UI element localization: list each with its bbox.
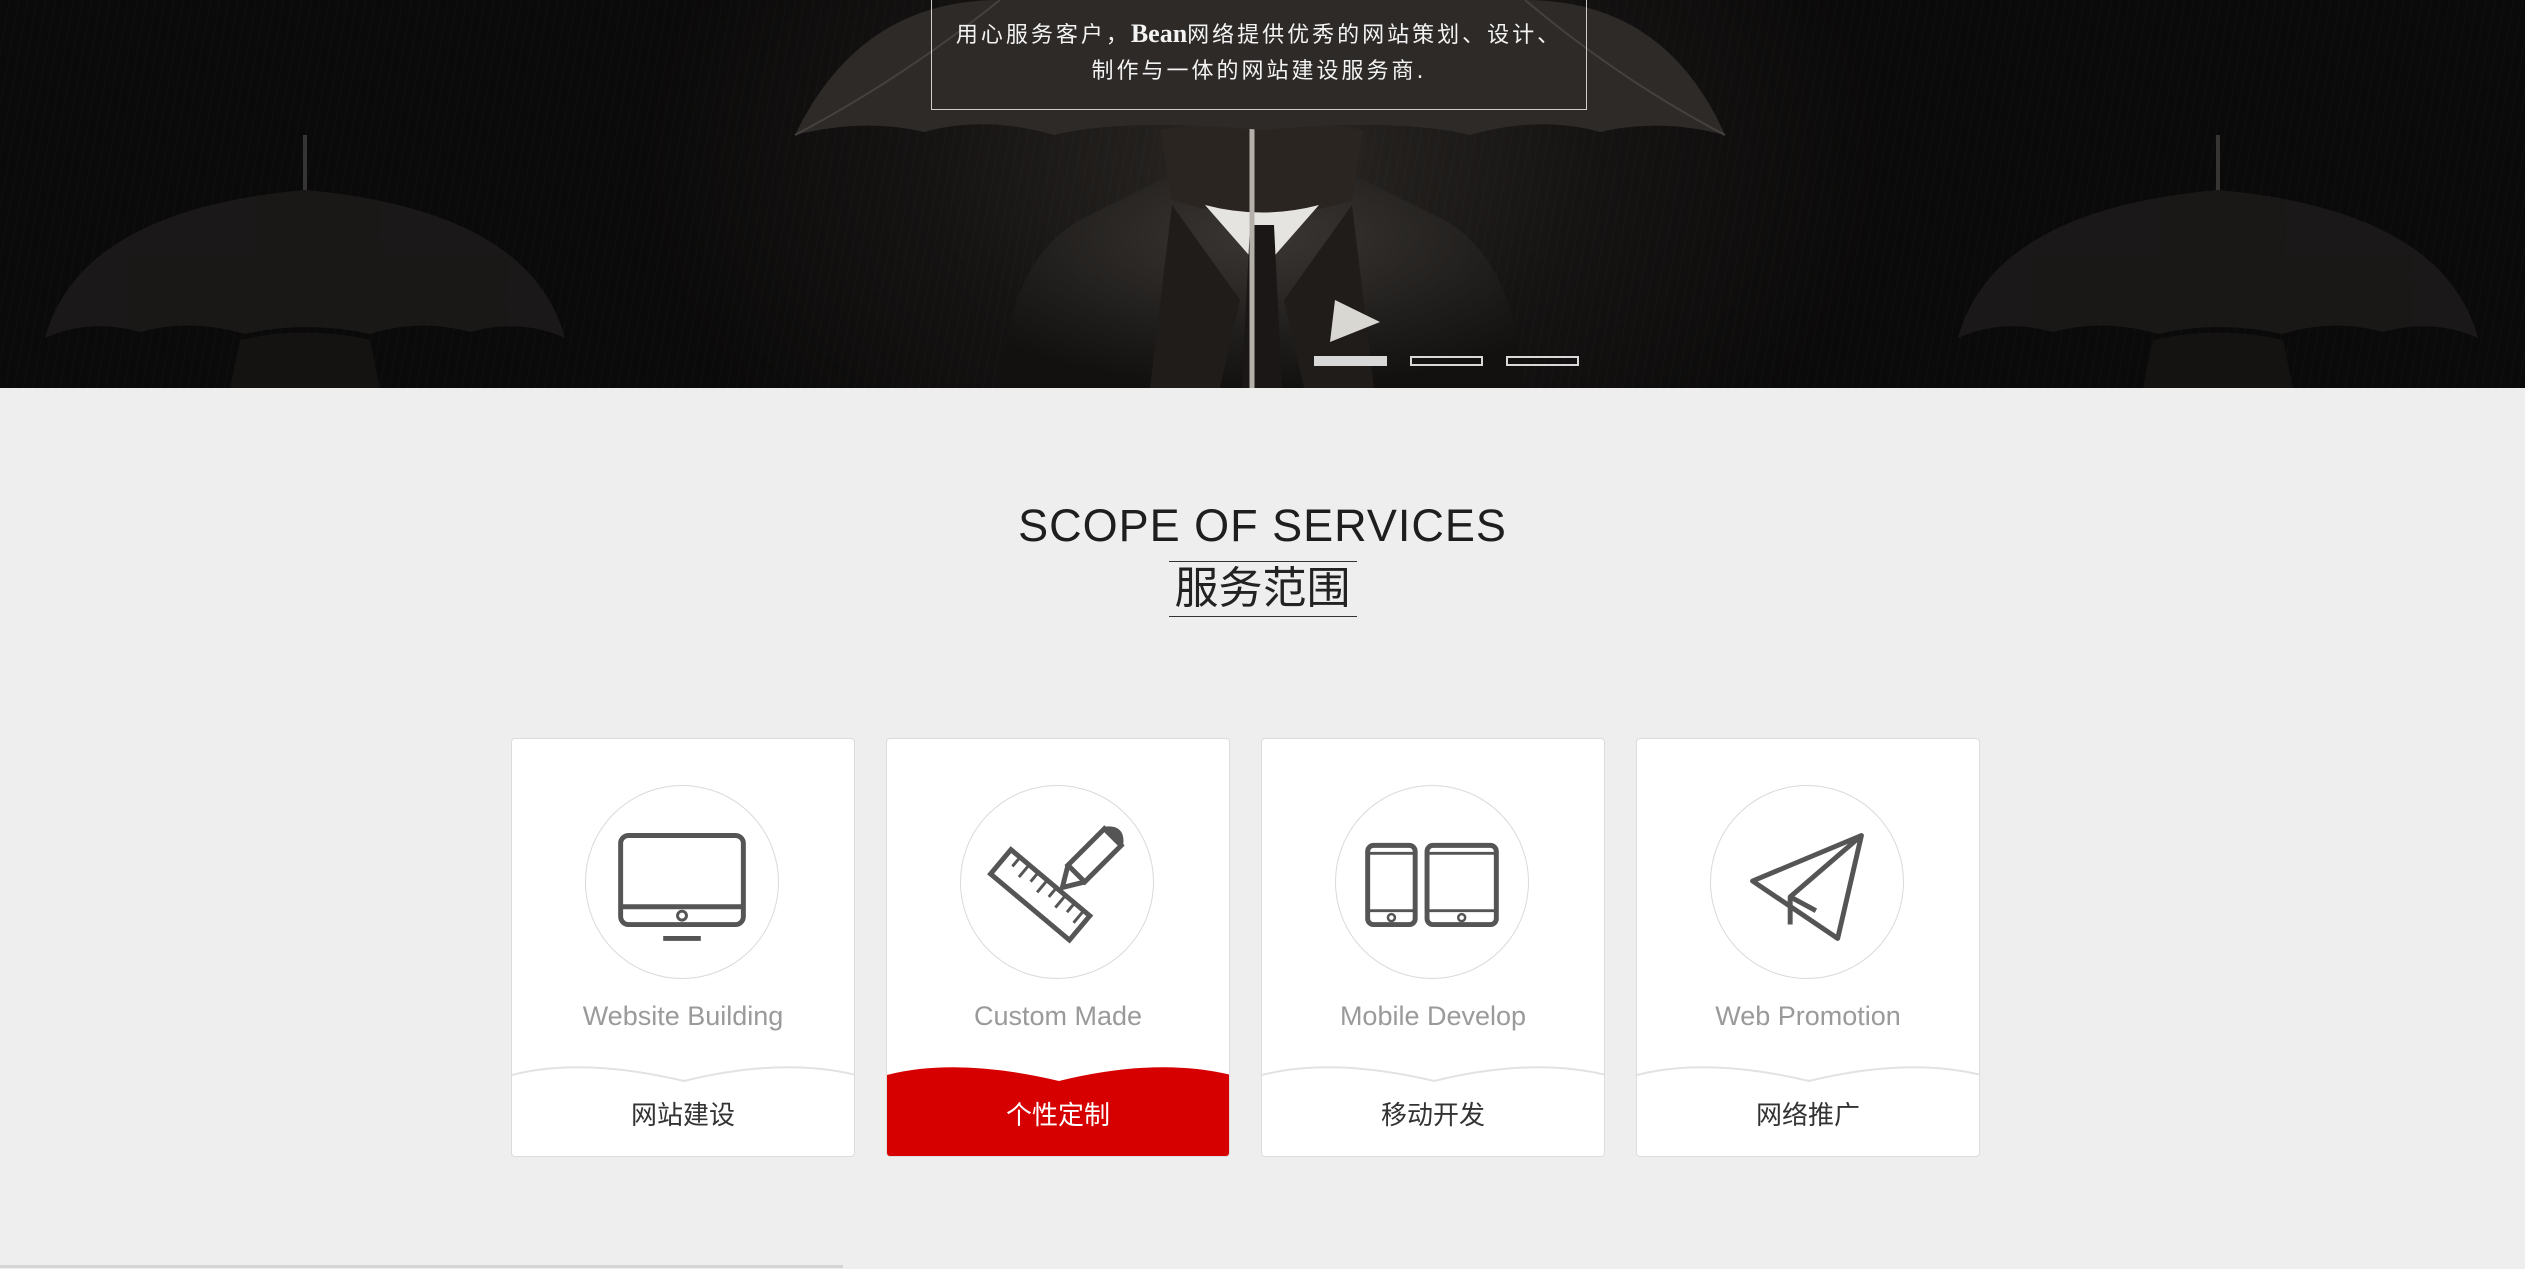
service-title-en: Web Promotion bbox=[1715, 1001, 1901, 1031]
icon-circle bbox=[960, 785, 1154, 979]
right-umbrella bbox=[1958, 135, 2478, 388]
service-title-cn: 移动开发 bbox=[1380, 1101, 1485, 1131]
left-umbrella bbox=[45, 135, 565, 388]
service-title-cn: 网站建设 bbox=[630, 1101, 735, 1131]
service-card-website-building[interactable]: Website Building 网站建设 bbox=[511, 738, 855, 1157]
icon-circle bbox=[585, 785, 779, 979]
service-title-en: Website Building bbox=[582, 1001, 784, 1031]
service-title-cn: 个性定制 bbox=[1005, 1101, 1110, 1131]
service-card-mobile-develop[interactable]: Mobile Develop 移动开发 bbox=[1261, 738, 1605, 1157]
service-card-web-promotion[interactable]: Web Promotion 网络推广 bbox=[1636, 738, 1980, 1157]
hero-banner: 用心服务客户，Bean网络提供优秀的网站策划、设计、 制作与一体的网站建设服务商… bbox=[0, 0, 2525, 388]
horizontal-scrollbar[interactable] bbox=[0, 1265, 843, 1268]
service-title-en: Custom Made bbox=[973, 1001, 1143, 1031]
hero-caption: 用心服务客户，Bean网络提供优秀的网站策划、设计、 制作与一体的网站建设服务商… bbox=[931, 0, 1587, 110]
ruler-pencil-icon bbox=[987, 825, 1125, 944]
service-cards: Website Building 网站建设 Custom Made 个性定制 M… bbox=[511, 738, 1980, 1157]
slide-dot-3[interactable] bbox=[1506, 356, 1579, 366]
monitor-icon bbox=[618, 833, 746, 941]
brand-name: Bean bbox=[1130, 19, 1188, 48]
section-title: SCOPE OF SERVICES bbox=[1018, 500, 1507, 551]
icon-circle bbox=[1335, 785, 1529, 979]
paper-plane-icon bbox=[1750, 833, 1864, 941]
service-card-custom-made[interactable]: Custom Made 个性定制 bbox=[886, 738, 1230, 1157]
section-subtitle: 服务范围 bbox=[1168, 561, 1357, 617]
slide-dot-1[interactable] bbox=[1314, 356, 1387, 366]
caption-line-1: 用心服务客户，Bean网络提供优秀的网站策划、设计、 bbox=[955, 19, 1563, 48]
service-title-cn: 网络推广 bbox=[1755, 1101, 1860, 1131]
tablet-phone-icon bbox=[1365, 842, 1499, 928]
slide-dot-2[interactable] bbox=[1410, 356, 1483, 366]
slider-pagination bbox=[1314, 356, 1579, 366]
icon-circle bbox=[1710, 785, 1904, 979]
caption-line-2: 制作与一体的网站建设服务商. bbox=[1091, 59, 1427, 84]
man-in-suit bbox=[1000, 110, 1524, 388]
service-title-en: Mobile Develop bbox=[1339, 1001, 1527, 1031]
